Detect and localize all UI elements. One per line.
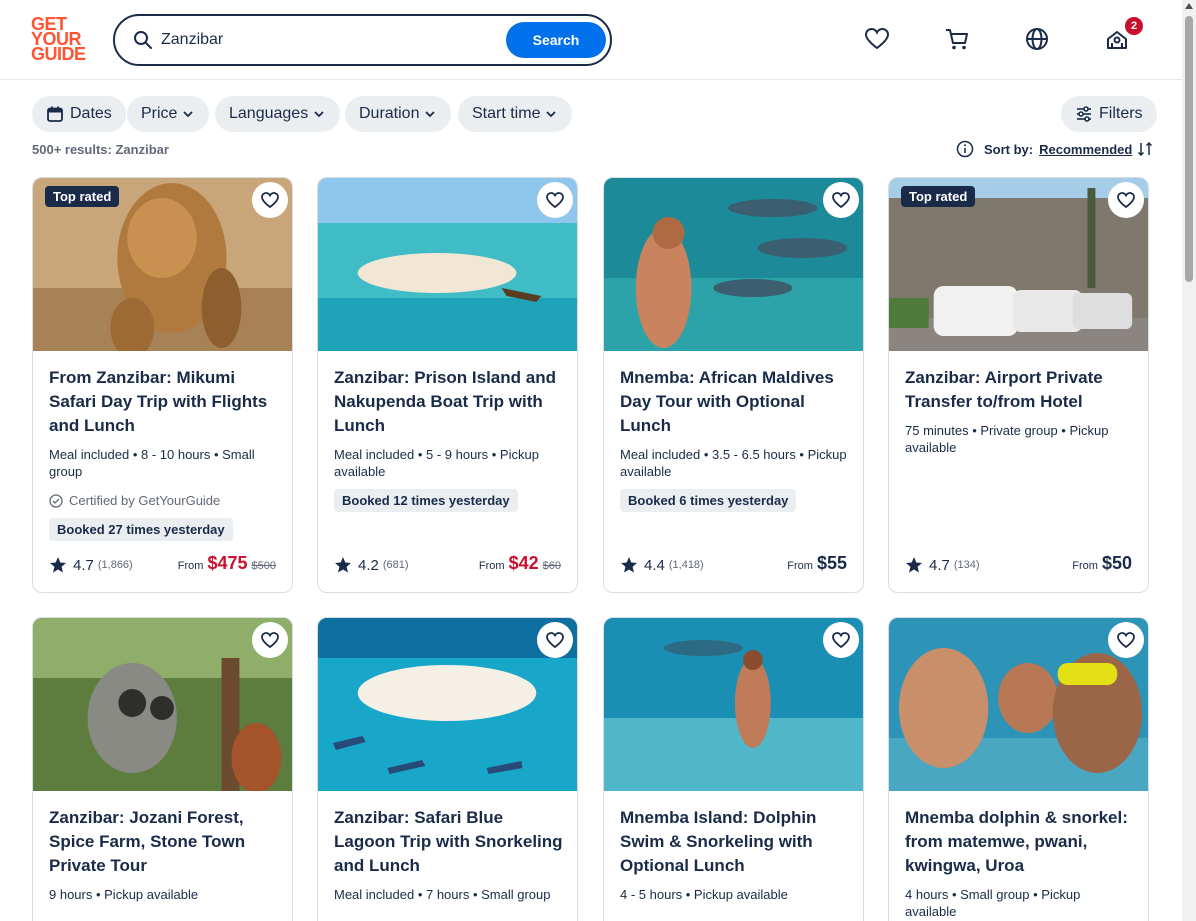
- price: From $55: [787, 553, 847, 573]
- heart-icon: [832, 632, 850, 649]
- filter-label: Start time: [472, 105, 541, 122]
- activity-meta: 4 hours • Small group • Pickup available: [905, 887, 1081, 919]
- heart-icon: [546, 192, 564, 209]
- rating: 4.4 (1,418): [620, 556, 704, 574]
- activity-card[interactable]: Mnemba Island: Dolphin Swim & Snorkeling…: [603, 617, 864, 921]
- activity-title[interactable]: From Zanzibar: Mikumi Safari Day Trip wi…: [49, 366, 279, 438]
- calendar-icon: [47, 106, 63, 122]
- filter-duration[interactable]: Duration: [345, 96, 452, 132]
- heart-icon: [261, 632, 279, 649]
- filter-start-time[interactable]: Start time: [458, 96, 573, 132]
- chevron-down-icon: [425, 111, 436, 118]
- sort-value[interactable]: Recommended: [1039, 142, 1132, 157]
- activity-title[interactable]: Zanzibar: Jozani Forest, Spice Farm, Sto…: [49, 806, 279, 878]
- top-rated-badge: Top rated: [45, 186, 120, 207]
- filter-price[interactable]: Price: [127, 96, 210, 132]
- activity-card[interactable]: Zanzibar: Safari Blue Lagoon Trip with S…: [317, 617, 578, 921]
- star-icon: [335, 557, 351, 573]
- wishlist-button[interactable]: [252, 182, 288, 218]
- activity-meta: Meal included • 8 - 10 hours • Small gro…: [49, 447, 255, 479]
- price: From $42 $60: [478, 553, 561, 573]
- heart-icon: [1117, 632, 1135, 649]
- activity-meta: Meal included • 5 - 9 hours • Pickup ava…: [334, 447, 539, 479]
- wishlist-button[interactable]: [1108, 622, 1144, 658]
- star-icon: [621, 557, 637, 573]
- activity-card[interactable]: Top rated Zanzibar: Airport Private Tran…: [888, 177, 1149, 593]
- sliders-icon: [1077, 106, 1091, 122]
- heart-icon: [546, 632, 564, 649]
- activity-meta: 75 minutes • Private group • Pickup avai…: [905, 423, 1109, 455]
- results-count: 500+ results: Zanzibar: [32, 142, 169, 157]
- search-button[interactable]: Search: [506, 22, 606, 58]
- sort-arrows-icon[interactable]: [1136, 140, 1154, 158]
- search-bar: Search: [113, 14, 612, 66]
- filter-dates[interactable]: Dates: [32, 96, 126, 132]
- activity-meta: Meal included • 3.5 - 6.5 hours • Pickup…: [620, 447, 847, 479]
- filter-label: Price: [141, 105, 178, 122]
- heart-icon[interactable]: [864, 26, 890, 52]
- activity-card[interactable]: Zanzibar: Jozani Forest, Spice Farm, Sto…: [32, 617, 293, 921]
- activity-card[interactable]: Zanzibar: Prison Island and Nakupenda Bo…: [317, 177, 578, 593]
- activity-meta: 4 - 5 hours • Pickup available: [620, 887, 788, 902]
- activity-card[interactable]: Mnemba dolphin & snorkel: from matemwe, …: [888, 617, 1149, 921]
- certified-label: Certified by GetYourGuide: [49, 493, 220, 508]
- sort-control[interactable]: Sort by: Recommended: [956, 140, 1154, 158]
- globe-icon[interactable]: [1024, 26, 1050, 52]
- info-icon[interactable]: [956, 140, 974, 158]
- heart-icon: [832, 192, 850, 209]
- activity-meta: 9 hours • Pickup available: [49, 887, 199, 902]
- activity-title[interactable]: Mnemba dolphin & snorkel: from matemwe, …: [905, 806, 1135, 878]
- top-header: GET YOUR GUIDE Search 2: [0, 0, 1182, 80]
- search-input[interactable]: [161, 26, 501, 54]
- scroll-up-arrow[interactable]: [1185, 3, 1193, 9]
- top-rated-badge: Top rated: [901, 186, 976, 207]
- rating: 4.7 (1,866): [49, 556, 133, 574]
- activity-title[interactable]: Zanzibar: Prison Island and Nakupenda Bo…: [334, 366, 564, 438]
- scroll-thumb[interactable]: [1185, 16, 1193, 282]
- activity-card[interactable]: Top rated From Zanzibar: Mikumi Safari D…: [32, 177, 293, 593]
- chevron-down-icon: [183, 111, 194, 118]
- rating: 4.2 (681): [334, 556, 409, 574]
- chevron-down-icon: [546, 111, 557, 118]
- wishlist-button[interactable]: [537, 182, 573, 218]
- heart-icon: [1117, 192, 1135, 209]
- filter-label: Languages: [229, 105, 309, 122]
- page-scrollbar[interactable]: [1182, 0, 1196, 921]
- filters-label: Filters: [1099, 105, 1143, 122]
- getyourguide-logo[interactable]: GET YOUR GUIDE: [31, 15, 91, 63]
- activity-meta: Meal included • 7 hours • Small group: [334, 887, 551, 902]
- filters-button[interactable]: Filters: [1061, 96, 1157, 132]
- check-circle-icon: [49, 493, 63, 508]
- wishlist-button[interactable]: [823, 622, 859, 658]
- sort-label: Sort by:: [984, 141, 1034, 157]
- activity-title[interactable]: Zanzibar: Safari Blue Lagoon Trip with S…: [334, 806, 564, 878]
- search-icon: [134, 31, 152, 49]
- activity-title[interactable]: Mnemba Island: Dolphin Swim & Snorkeling…: [620, 806, 850, 878]
- heart-icon: [261, 192, 279, 209]
- cart-badge: 2: [1125, 17, 1143, 35]
- cart-icon[interactable]: [944, 26, 970, 52]
- star-icon: [50, 557, 66, 573]
- activity-title[interactable]: Mnemba: African Maldives Day Tour with O…: [620, 366, 850, 438]
- chevron-down-icon: [314, 111, 324, 118]
- filter-label: Duration: [359, 105, 420, 122]
- star-icon: [906, 557, 922, 573]
- filter-languages[interactable]: Languages: [215, 96, 341, 132]
- activity-card[interactable]: Mnemba: African Maldives Day Tour with O…: [603, 177, 864, 593]
- wishlist-button[interactable]: [823, 182, 859, 218]
- wishlist-button[interactable]: [252, 622, 288, 658]
- booked-badge: Booked 27 times yesterday: [49, 518, 233, 541]
- activity-title[interactable]: Zanzibar: Airport Private Transfer to/fr…: [905, 366, 1135, 414]
- wishlist-button[interactable]: [537, 622, 573, 658]
- filter-label: Dates: [70, 105, 112, 122]
- rating: 4.7 (134): [905, 556, 980, 574]
- booked-badge: Booked 6 times yesterday: [620, 489, 797, 512]
- booked-badge: Booked 12 times yesterday: [334, 489, 518, 512]
- price: From $50: [1072, 553, 1132, 573]
- wishlist-button[interactable]: [1108, 182, 1144, 218]
- price: From $475 $500: [177, 553, 276, 573]
